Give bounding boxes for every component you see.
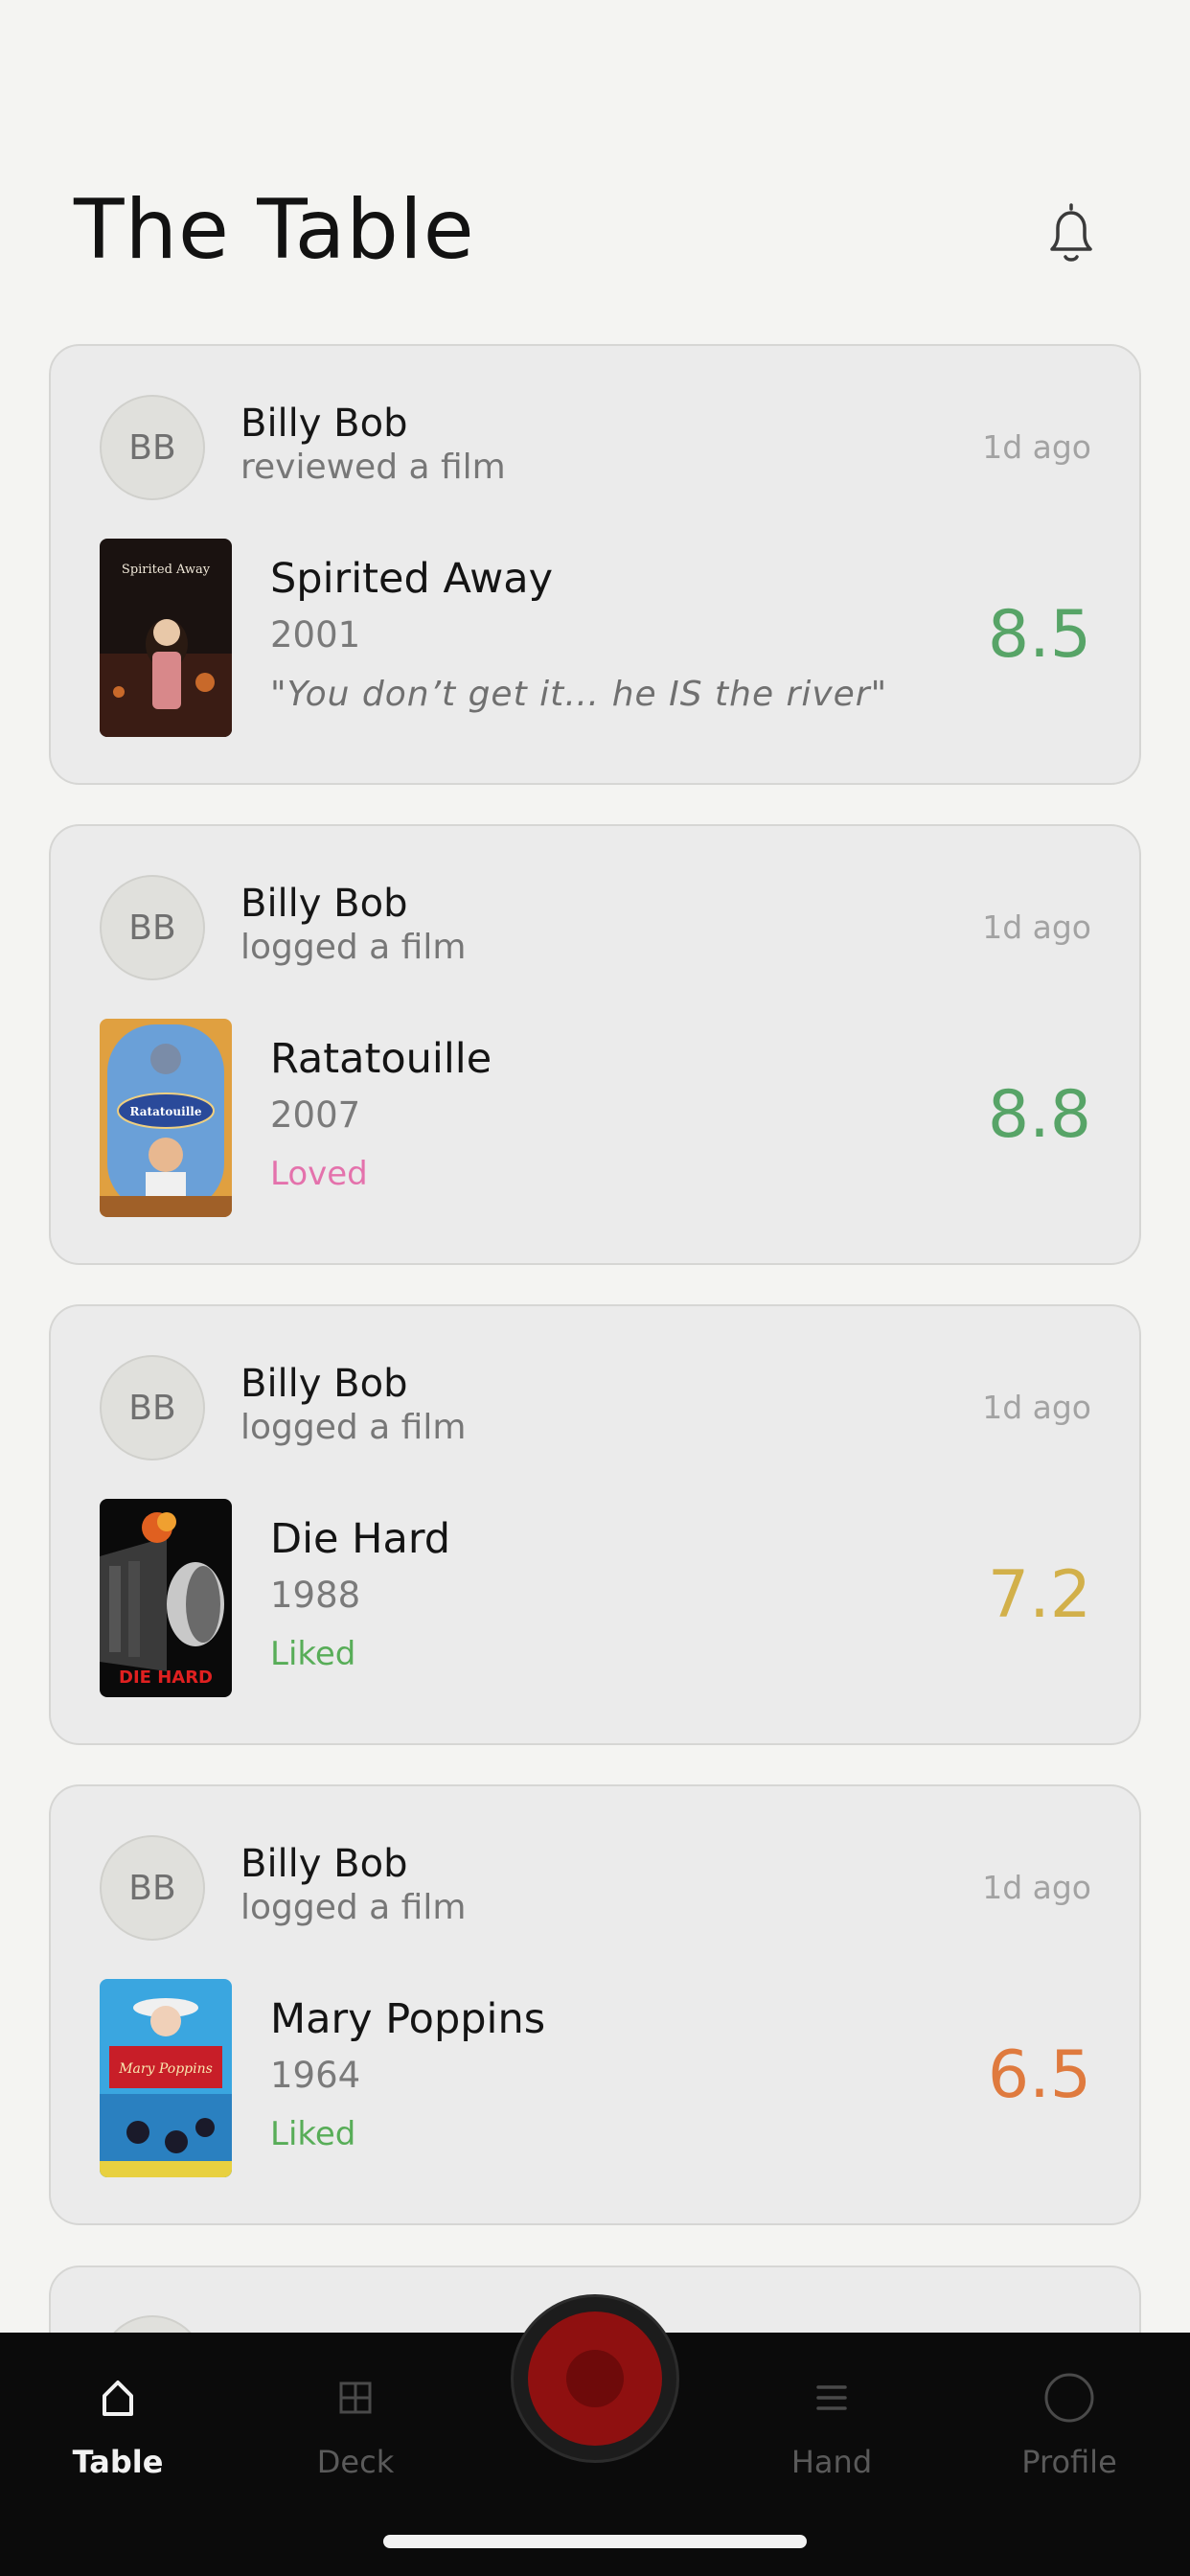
film-title[interactable]: Die Hard [270,1515,450,1563]
timestamp: 1d ago [982,1869,1091,1906]
avatar[interactable]: BB [100,395,205,500]
poster-title: DIE HARD [119,1668,213,1688]
list-icon [805,2371,858,2425]
film-title[interactable]: Ratatouille [270,1035,492,1083]
feed-card[interactable]: BB Billy Bob logged a film 1d ago Mary P… [49,1784,1141,2225]
tab-label: Deck [316,2444,395,2480]
rating: 8.8 [987,1077,1091,1153]
avatar[interactable]: BB [100,1355,205,1460]
film-year: 1964 [270,2055,361,2096]
user-name[interactable]: Billy Bob [240,402,407,446]
avatar[interactable]: BB [100,1835,205,1941]
tab-label: Hand [790,2444,873,2480]
status-liked: Liked [270,2115,356,2153]
film-poster[interactable]: DIE HARD [100,1499,232,1697]
home-indicator[interactable] [383,2535,807,2548]
poster-title: Ratatouille [130,1105,202,1118]
feed-card[interactable]: BB Billy Bob reviewed a film 1d ago Spir… [49,344,1141,785]
user-name[interactable]: Billy Bob [240,882,407,926]
activity-action: reviewed a film [240,448,506,487]
activity-action: logged a film [240,1888,467,1927]
film-year: 2001 [270,614,361,656]
timestamp: 1d ago [982,428,1091,466]
tab-deck[interactable]: Deck [269,2371,442,2480]
profile-icon [1042,2371,1096,2425]
page-title: The Table [74,182,475,278]
activity-feed: BB Billy Bob reviewed a film 1d ago Spir… [49,344,1141,2265]
feed-card[interactable]: BB Billy Bob logged a film 1d ago Ratato… [49,824,1141,1265]
tab-hand[interactable]: Hand [745,2371,918,2480]
activity-action: logged a film [240,1408,467,1447]
record-button[interactable] [511,2294,679,2463]
bell-icon[interactable] [1041,201,1102,264]
film-year: 2007 [270,1094,361,1136]
home-icon [91,2371,145,2425]
film-title[interactable]: Mary Poppins [270,1995,545,2043]
grid-icon [329,2371,382,2425]
review-quote: "You don’t get it… he IS the river" [270,675,888,714]
film-poster[interactable]: Ratatouille [100,1019,232,1217]
user-name[interactable]: Billy Bob [240,1362,407,1406]
poster-title: Spirited Away [122,563,211,577]
timestamp: 1d ago [982,908,1091,946]
tab-label: Profile [1021,2444,1117,2480]
avatar[interactable]: BB [100,875,205,980]
user-name[interactable]: Billy Bob [240,1842,407,1886]
tab-label: Table [72,2444,164,2480]
film-title[interactable]: Spirited Away [270,555,553,603]
activity-action: logged a film [240,928,467,967]
rating: 8.5 [987,597,1091,673]
status-liked: Liked [270,1635,356,1673]
tab-table[interactable]: Table [32,2371,204,2480]
film-poster[interactable]: Mary Poppins [100,1979,232,2177]
tab-profile[interactable]: Profile [983,2371,1156,2480]
poster-title: Mary Poppins [118,2061,213,2077]
status-loved: Loved [270,1155,368,1193]
rating: 6.5 [987,2037,1091,2113]
film-year: 1988 [270,1575,361,1616]
timestamp: 1d ago [982,1389,1091,1426]
feed-card[interactable]: BB Billy Bob logged a film 1d ago DIE HA… [49,1304,1141,1745]
film-poster[interactable]: Spirited Away [100,539,232,737]
rating: 7.2 [987,1557,1091,1633]
record-icon [528,2312,662,2446]
